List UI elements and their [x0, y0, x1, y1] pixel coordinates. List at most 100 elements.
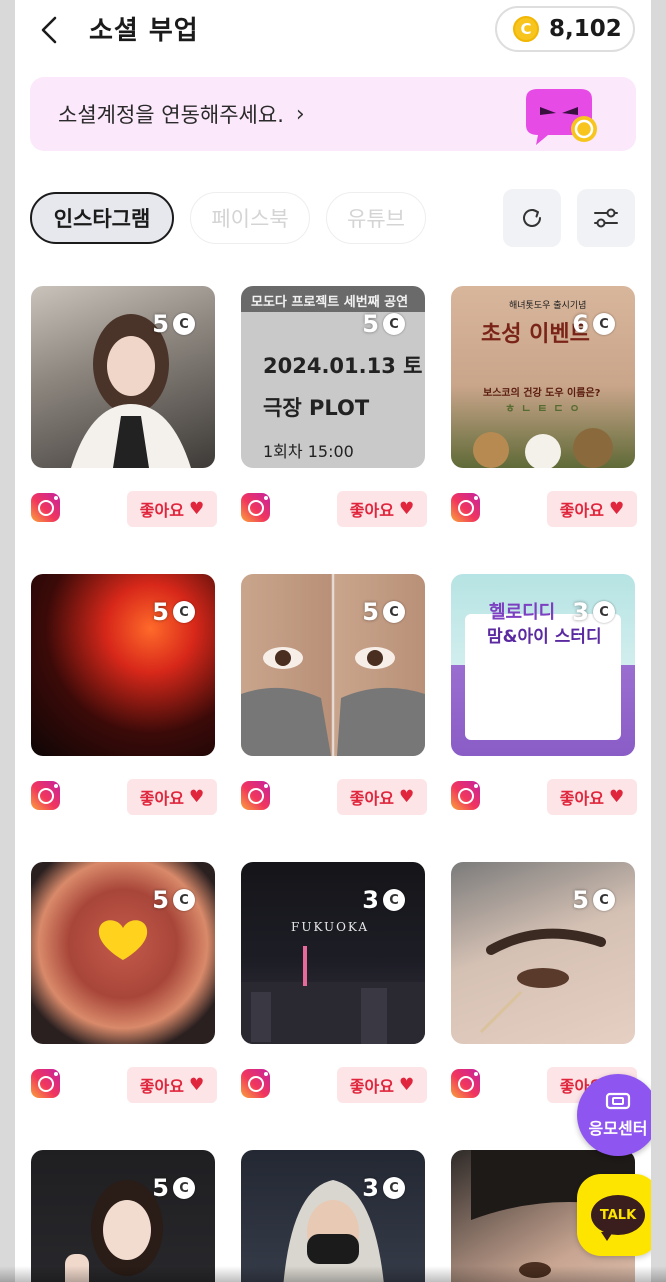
tab-instagram[interactable]: 인스타그램: [30, 192, 174, 244]
link-social-banner[interactable]: 소셜계정을 연동해주세요. ›: [30, 77, 636, 151]
bottom-scroll-shadow: [0, 1266, 666, 1282]
instagram-icon: [31, 781, 60, 810]
campaign-thumbnail[interactable]: 헬로디디 맘&아이 스터디 3 C: [451, 574, 635, 756]
reward-badge: 3 C: [362, 1174, 405, 1202]
campaign-thumbnail[interactable]: 5 C: [451, 862, 635, 1044]
coin-icon: C: [593, 601, 615, 623]
tab-youtube[interactable]: 유튜브: [326, 192, 426, 244]
coin-icon: C: [173, 889, 195, 911]
like-label: 좋아요: [139, 1077, 184, 1096]
talk-icon: TALK: [591, 1195, 645, 1241]
heart-icon: ♥: [608, 787, 625, 807]
like-label: 좋아요: [559, 501, 604, 520]
mascot-icon: [526, 89, 597, 145]
reward-badge: 5 C: [152, 1174, 195, 1202]
app-screen: 소셜 부업 C 8,102 소셜계정을 연동해주세요. › 인스타그램 페이스북…: [15, 0, 651, 1282]
heart-icon: ♥: [188, 1075, 205, 1095]
coin-balance-button[interactable]: C 8,102: [495, 6, 635, 52]
coin-icon: C: [383, 601, 405, 623]
chevron-right-icon: ›: [295, 101, 305, 127]
like-button[interactable]: 좋아요♥: [547, 779, 637, 815]
reward-amount: 6: [572, 310, 589, 338]
coin-icon: C: [173, 313, 195, 335]
thumbnail-text: 모도다 프로젝트 세번째 공연: [251, 295, 409, 310]
reward-badge: 5 C: [152, 310, 195, 338]
campaign-thumbnail[interactable]: 5 C: [31, 574, 215, 756]
header: 소셜 부업 C 8,102: [15, 0, 651, 60]
ticket-icon: [605, 1092, 631, 1110]
like-button[interactable]: 좋아요♥: [127, 779, 217, 815]
like-button[interactable]: 좋아요♥: [127, 1067, 217, 1103]
refresh-icon: [523, 209, 541, 227]
heart-icon: ♥: [398, 787, 415, 807]
like-label: 좋아요: [349, 1077, 394, 1096]
campaign-thumbnail[interactable]: 해녀톳도우 출시기념 초성 이벤트 보스코의 건강 도우 이름은? ㅎㄴㅌㄷㅇ …: [451, 286, 635, 468]
heart-icon: ♥: [398, 499, 415, 519]
like-label: 좋아요: [349, 789, 394, 808]
campaign-thumbnail[interactable]: 5 C: [31, 1150, 215, 1282]
like-label: 좋아요: [139, 789, 184, 808]
thumbnail-text: 극장 PLOT: [263, 396, 370, 420]
reward-amount: 5: [362, 310, 379, 338]
kakao-talk-button[interactable]: TALK: [577, 1174, 651, 1256]
reward-badge: 3 C: [572, 598, 615, 626]
apply-center-label: 응모센터: [588, 1119, 648, 1138]
reward-amount: 5: [152, 886, 169, 914]
reward-badge: 6 C: [572, 310, 615, 338]
like-button[interactable]: 좋아요♥: [337, 491, 427, 527]
coin-icon: C: [383, 889, 405, 911]
like-button[interactable]: 좋아요♥: [127, 491, 217, 527]
reward-badge: 3 C: [362, 886, 405, 914]
reward-amount: 5: [572, 886, 589, 914]
campaign-thumbnail[interactable]: 5 C: [31, 286, 215, 468]
banner-text: 소셜계정을 연동해주세요.: [58, 103, 284, 127]
campaign-thumbnail[interactable]: 3 C: [241, 1150, 425, 1282]
portrait-image: [283, 1180, 384, 1282]
like-button[interactable]: 좋아요♥: [337, 1067, 427, 1103]
like-button[interactable]: 좋아요♥: [547, 491, 637, 527]
like-label: 좋아요: [559, 789, 604, 808]
heart-icon: ♥: [398, 1075, 415, 1095]
campaign-thumbnail[interactable]: 5 C: [31, 862, 215, 1044]
heart-icon: ♥: [188, 787, 205, 807]
reward-badge: 5 C: [152, 886, 195, 914]
portrait-image: [65, 1180, 163, 1282]
campaign-thumbnail[interactable]: 5 C: [241, 574, 425, 756]
reward-badge: 5 C: [572, 886, 615, 914]
coin-icon: C: [593, 889, 615, 911]
reward-amount: 5: [362, 598, 379, 626]
heart-icon: ♥: [188, 499, 205, 519]
coin-icon: C: [383, 1177, 405, 1199]
apply-center-button[interactable]: 응모센터: [577, 1074, 651, 1156]
instagram-icon: [451, 781, 480, 810]
refresh-button[interactable]: [503, 189, 561, 247]
page-title: 소셜 부업: [89, 16, 199, 46]
thumbnail-text: 1회차 15:00: [263, 442, 354, 461]
coin-balance: 8,102: [549, 16, 622, 42]
coin-icon: C: [593, 313, 615, 335]
reward-amount: 5: [152, 598, 169, 626]
campaign-thumbnail[interactable]: 모도다 프로젝트 세번째 공연 2024.01.13 토 극장 PLOT 1회차…: [241, 286, 425, 468]
coin-icon: C: [173, 601, 195, 623]
filter-button[interactable]: [577, 189, 635, 247]
heart-icon: ♥: [608, 499, 625, 519]
tab-facebook[interactable]: 페이스북: [190, 192, 310, 244]
like-label: 좋아요: [349, 501, 394, 520]
instagram-icon: [241, 781, 270, 810]
thumbnail-text: 2024.01.13 토: [263, 354, 423, 378]
campaign-thumbnail[interactable]: FUKUOKA 3 C: [241, 862, 425, 1044]
reward-badge: 5 C: [362, 310, 405, 338]
instagram-icon: [31, 1069, 60, 1098]
back-button[interactable]: [35, 12, 63, 48]
reward-amount: 5: [152, 1174, 169, 1202]
coin-icon: C: [383, 313, 405, 335]
reward-amount: 3: [362, 1174, 379, 1202]
instagram-icon: [451, 493, 480, 522]
like-button[interactable]: 좋아요♥: [337, 779, 427, 815]
reward-badge: 5 C: [152, 598, 195, 626]
like-label: 좋아요: [139, 501, 184, 520]
instagram-icon: [451, 1069, 480, 1098]
thumbnail-text: 헬로디디: [489, 602, 556, 623]
reward-badge: 5 C: [362, 598, 405, 626]
sliders-icon: [594, 208, 618, 228]
